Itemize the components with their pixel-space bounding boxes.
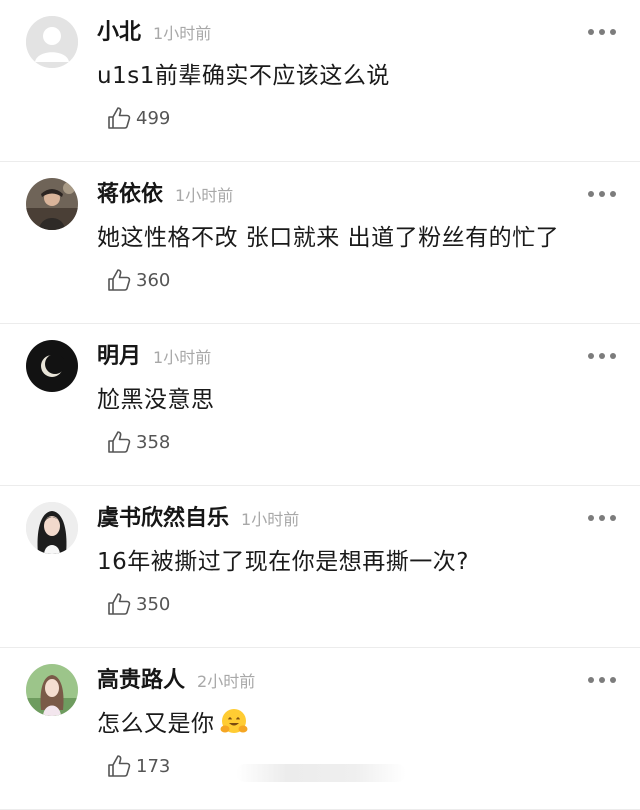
thumbs-up-icon (108, 107, 131, 129)
avatar[interactable] (26, 178, 78, 230)
photo-avatar-icon (26, 178, 78, 230)
like-count: 360 (136, 269, 171, 291)
thumbs-up-icon (108, 593, 131, 615)
comment-header: 小北 1小时前 (97, 14, 211, 54)
timestamp: 2小时前 (197, 672, 256, 691)
like-button[interactable]: 350 (106, 590, 170, 618)
comment-text: 怎么又是你 (97, 704, 249, 738)
comment-item: 明月 1小时前 尬黑没意思 358 (0, 324, 640, 486)
username[interactable]: 虞书欣然自乐 (97, 500, 229, 532)
avatar[interactable] (26, 664, 78, 716)
comment-text: u1s1前辈确实不应该这么说 (97, 63, 390, 89)
girl-avatar-green-icon (26, 664, 78, 716)
comment-header: 明月 1小时前 (97, 338, 211, 378)
comment-item: 高贵路人 2小时前 怎么又是你 173 (0, 648, 640, 810)
comment-text: 她这性格不改 张口就来 出道了粉丝有的忙了 (97, 225, 560, 251)
username[interactable]: 小北 (97, 14, 141, 46)
avatar[interactable] (26, 502, 78, 554)
timestamp: 1小时前 (153, 348, 212, 367)
comment-list: 小北 1小时前 u1s1前辈确实不应该这么说 499 蒋依依 1小时前 她这性格… (0, 0, 640, 810)
comment-header: 蒋依依 1小时前 (97, 176, 233, 216)
comment-item: 虞书欣然自乐 1小时前 16年被撕过了现在你是想再撕一次? 350 (0, 486, 640, 648)
like-count: 350 (136, 593, 171, 615)
comment-text: 16年被撕过了现在你是想再撕一次? (97, 549, 469, 575)
username[interactable]: 蒋依依 (97, 176, 163, 208)
more-options-icon[interactable] (588, 190, 616, 198)
like-count: 173 (136, 755, 171, 777)
like-button[interactable]: 358 (106, 428, 170, 456)
like-button[interactable]: 360 (106, 266, 170, 294)
comment-text: 尬黑没意思 (97, 387, 215, 413)
comment-item: 小北 1小时前 u1s1前辈确实不应该这么说 499 (0, 0, 640, 162)
blurred-watermark (236, 764, 406, 782)
more-options-icon[interactable] (588, 28, 616, 36)
thumbs-up-icon (108, 431, 131, 453)
like-count: 358 (136, 431, 171, 453)
username[interactable]: 高贵路人 (97, 662, 185, 694)
like-button[interactable]: 499 (106, 104, 170, 132)
username[interactable]: 明月 (97, 338, 141, 370)
thumbs-up-icon (108, 755, 131, 777)
timestamp: 1小时前 (153, 24, 212, 43)
comment-header: 虞书欣然自乐 1小时前 (97, 500, 299, 540)
more-options-icon[interactable] (588, 676, 616, 684)
comment-text-content: 怎么又是你 (97, 711, 215, 737)
like-button[interactable]: 173 (106, 752, 170, 780)
girl-avatar-icon (26, 502, 78, 554)
timestamp: 1小时前 (241, 510, 300, 529)
more-options-icon[interactable] (588, 514, 616, 522)
moon-avatar-icon (26, 340, 78, 392)
hugging-face-emoji-icon (220, 709, 247, 733)
avatar[interactable] (26, 16, 78, 68)
like-count: 499 (136, 107, 171, 129)
avatar[interactable] (26, 340, 78, 392)
comment-header: 高贵路人 2小时前 (97, 662, 255, 702)
more-options-icon[interactable] (588, 352, 616, 360)
default-avatar-icon (26, 16, 78, 68)
comment-item: 蒋依依 1小时前 她这性格不改 张口就来 出道了粉丝有的忙了 360 (0, 162, 640, 324)
timestamp: 1小时前 (175, 186, 234, 205)
thumbs-up-icon (108, 269, 131, 291)
